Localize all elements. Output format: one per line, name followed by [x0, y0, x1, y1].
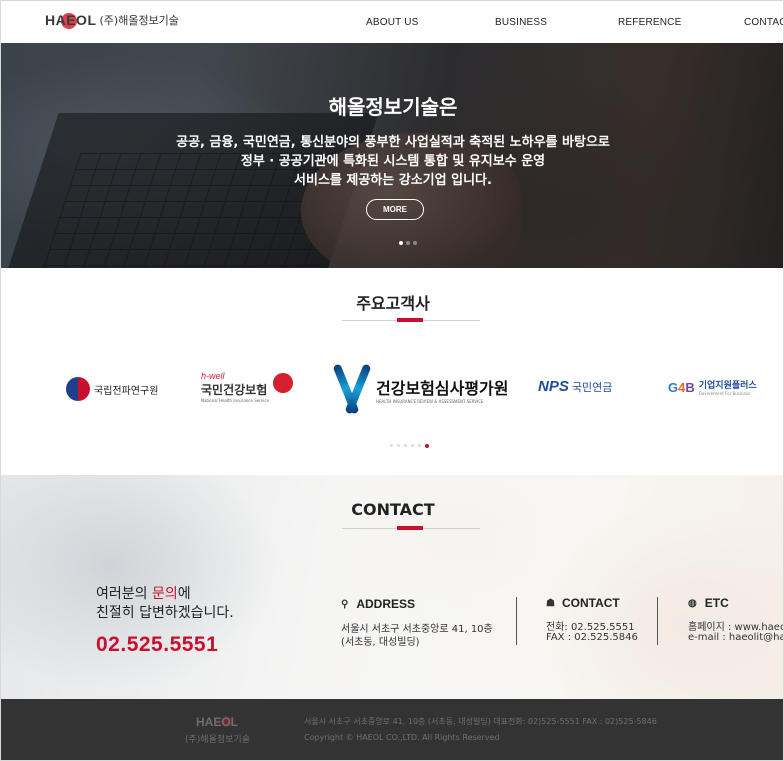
client-logo-g4b[interactable]: G4B 기업지원플러스 Government For Business: [668, 378, 757, 397]
taegeuk-emblem-icon: [66, 377, 90, 401]
logo-mark: HAEOL: [45, 12, 97, 29]
site-header: HAEOL (주)해올정보기술 ABOUT US BUSINESS REFERE…: [1, 1, 783, 43]
etc-email[interactable]: e-mail : haeolit@haeol.co.kr: [688, 632, 783, 643]
contact-title: CONTACT: [351, 500, 435, 519]
address-line-2: (서초동, 대성빌딩): [341, 637, 420, 648]
nps-mark: NPS: [538, 378, 569, 395]
client-logo-rra[interactable]: 국립전파연구원: [66, 377, 158, 401]
hero-dot[interactable]: [399, 241, 403, 245]
etc-heading: ◍ ETC: [688, 596, 729, 610]
hero-line-3: 서비스를 제공하는 강소기업 입니다.: [294, 173, 492, 188]
clients-dot[interactable]: [425, 443, 429, 448]
contact-fax-line: FAX : 02.525.5846: [546, 632, 638, 643]
site-footer: HAEOL (주)해올정보기술 서울시 서초구 서초중앙로 41, 10층 (서…: [1, 699, 783, 760]
page: HAEOL (주)해올정보기술 ABOUT US BUSINESS REFERE…: [0, 0, 784, 761]
hira-x-icon: [332, 363, 372, 415]
contact-info-heading: ☗ CONTACT: [546, 596, 620, 610]
footer-logo-mark: HAEOL: [196, 715, 238, 729]
people-icon: ☗: [546, 597, 555, 609]
contact-title-bar: [397, 526, 423, 530]
nav-business[interactable]: BUSINESS: [495, 17, 547, 28]
etc-homepage[interactable]: 홈페이지 : www.haeol.co.kr: [688, 618, 783, 633]
logo-company-name: (주)해올정보기술: [99, 14, 179, 27]
contact-section: CONTACT 여러분의 문의에 친절히 답변하겠습니다. 02.525.555…: [1, 475, 783, 699]
nav-contact[interactable]: CONTACT: [744, 17, 783, 28]
client-logo-hira[interactable]: 건강보험심사평가원 HEALTH INSURANCE REVIEW & ASSE…: [332, 363, 509, 415]
clients-title: 주요고객사: [356, 294, 430, 313]
client-name: 건강보험심사평가원: [376, 378, 509, 398]
contact-divider: [516, 597, 517, 645]
client-subname: HEALTH INSURANCE REVIEW & ASSESSMENT SER…: [376, 398, 484, 404]
nav-reference[interactable]: REFERENCE: [618, 17, 681, 28]
footer-copyright: Copyright © HAEOL CO.,LTD. All Rights Re…: [304, 733, 500, 742]
nav-about-us[interactable]: ABOUT US: [366, 17, 419, 28]
address-heading: ⚲ ADDRESS: [341, 597, 416, 611]
clients-title-bar: [397, 318, 423, 322]
hero-dot[interactable]: [413, 241, 417, 245]
client-name: 국민연금: [571, 380, 613, 394]
site-logo[interactable]: HAEOL (주)해올정보기술: [45, 12, 179, 29]
hero-pagination: [399, 241, 417, 245]
contact-phone-number[interactable]: 02.525.5551: [96, 633, 218, 657]
hero-dot[interactable]: [406, 241, 410, 245]
client-logo-nhis[interactable]: h-well 국민건강보험 National Health Insurance …: [201, 371, 301, 415]
clients-dot[interactable]: [397, 444, 400, 447]
footer-address: 서울시 서초구 서초중앙로 41, 10층 (서초동, 대성빌딩) 대표전화: …: [304, 717, 657, 726]
location-pin-icon: ⚲: [341, 598, 349, 610]
footer-company-name: (주)해올정보기술: [185, 735, 250, 745]
hero-slider: 해올정보기술은 공공, 금융, 국민연금, 통신분야의 풍부한 사업실적과 축적…: [1, 43, 783, 268]
contact-phone-line: 전화: 02.525.5551: [546, 622, 635, 633]
heart-icon: [273, 373, 293, 393]
client-logo-nps[interactable]: NPS 국민연금: [538, 378, 612, 395]
g4b-mark: G4B: [668, 379, 695, 395]
clients-dot[interactable]: [411, 444, 414, 447]
clients-dot[interactable]: [418, 444, 421, 447]
client-name: 기업지원플러스: [698, 381, 757, 391]
client-subname: National Health Insurance Service: [201, 398, 270, 403]
clients-dot[interactable]: [404, 444, 407, 447]
client-name: 국립전파연구원: [94, 385, 159, 397]
client-subname: Government For Business: [698, 391, 751, 396]
globe-icon: ◍: [688, 597, 697, 609]
hero-title: 해올정보기술은: [328, 95, 458, 119]
more-button[interactable]: MORE: [366, 199, 424, 220]
contact-divider: [657, 597, 658, 645]
hero-line-1: 공공, 금융, 국민연금, 통신분야의 풍부한 사업실적과 축적된 노하우를 바…: [176, 135, 610, 150]
contact-ask-line-2: 친절히 답변하겠습니다.: [96, 605, 234, 621]
hero-line-2: 정부 · 공공기관에 특화된 시스템 통합 및 유지보수 운영: [240, 154, 546, 169]
clients-dot[interactable]: [390, 444, 393, 447]
contact-ask-line-1: 여러분의 문의에: [96, 586, 191, 602]
clients-pagination: [390, 443, 429, 448]
